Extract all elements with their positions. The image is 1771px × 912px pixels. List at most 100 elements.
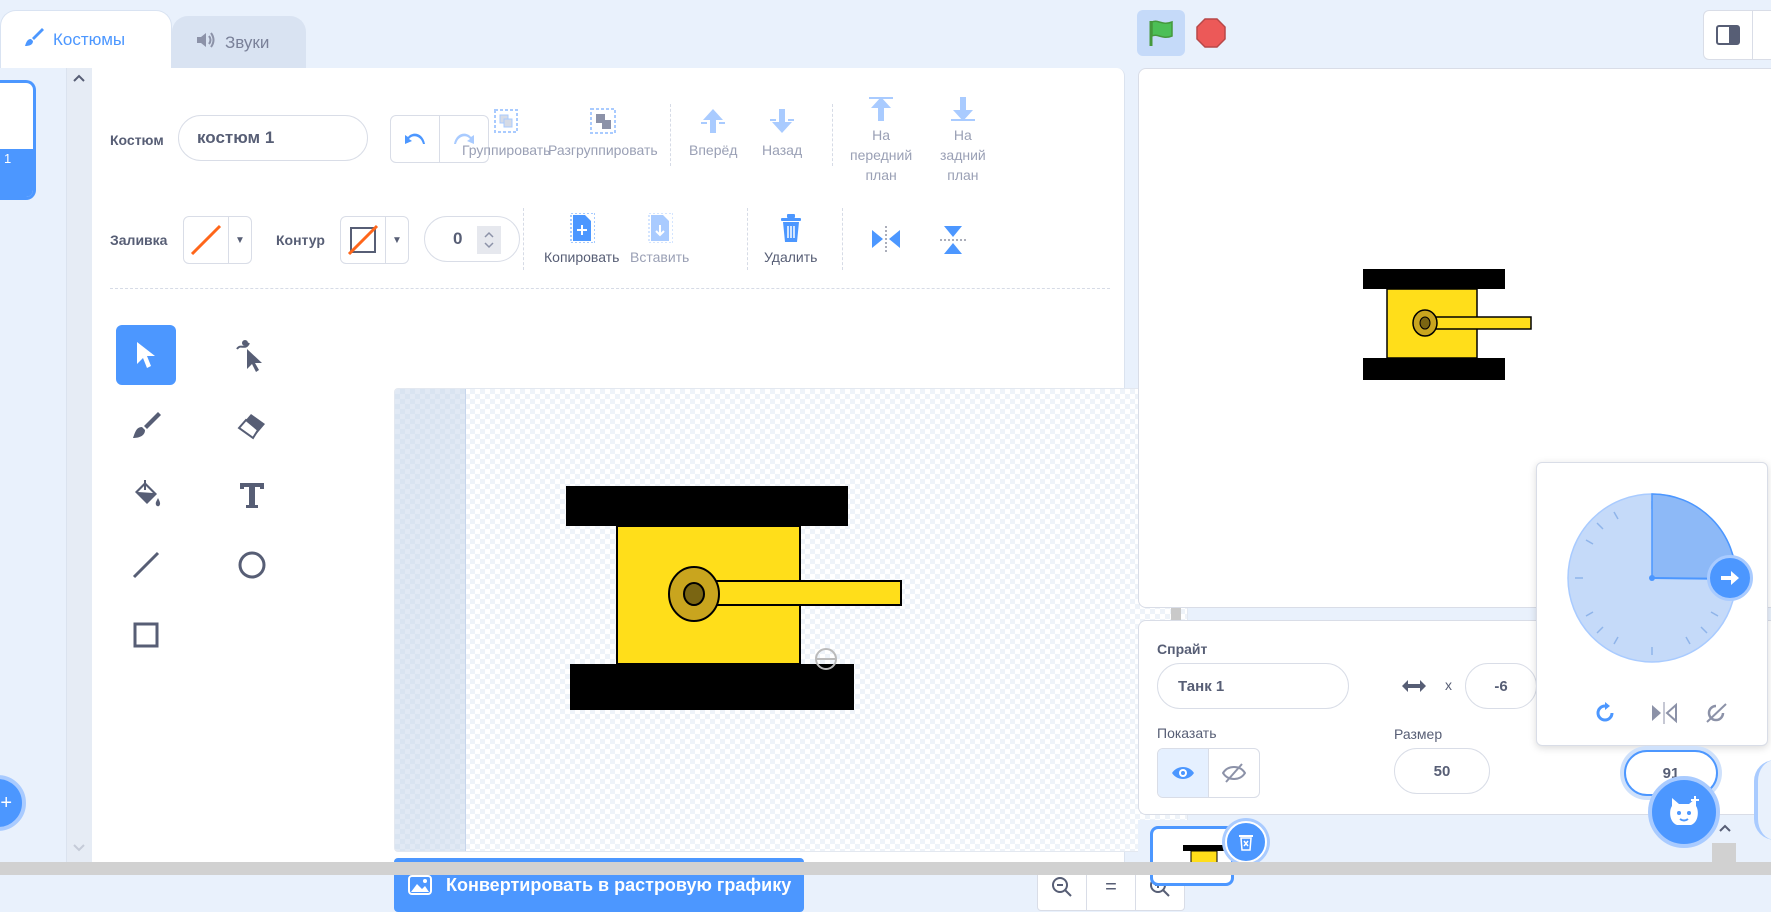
size-label: Размер: [1394, 726, 1443, 742]
brush-icon: [23, 26, 45, 53]
scroll-up-icon[interactable]: [72, 70, 86, 86]
arrow-to-bottom-icon: [950, 97, 975, 121]
image-icon: [408, 875, 432, 895]
ungroup-icon: [589, 108, 616, 134]
left-right-button[interactable]: [1650, 701, 1678, 730]
select-tool[interactable]: [116, 325, 176, 385]
add-sprite-button[interactable]: [1648, 776, 1720, 848]
trash-icon: [780, 214, 801, 242]
ungroup-button[interactable]: Разгруппировать: [548, 106, 658, 158]
outline-width-input[interactable]: 0: [424, 216, 520, 262]
line-icon: [132, 551, 160, 579]
flip-vertical-icon: [940, 226, 966, 254]
forward-label: Вперёд: [689, 142, 738, 158]
small-stage-button[interactable]: [1703, 10, 1753, 60]
show-button[interactable]: [1158, 749, 1209, 797]
rotate-icon: [1596, 702, 1614, 722]
arrow-to-top-icon: [869, 97, 894, 121]
direction-popover: [1536, 462, 1768, 746]
group-label: Группировать: [462, 142, 551, 158]
large-stage-button[interactable]: [1752, 10, 1771, 60]
tank-drawing[interactable]: [395, 389, 1187, 851]
brush-icon: [133, 412, 161, 438]
undo-icon: [405, 133, 425, 144]
flip-horizontal-icon: [872, 226, 900, 252]
to-back-button[interactable]: На задний план: [940, 94, 986, 184]
eraser-icon: [237, 414, 265, 440]
forward-button[interactable]: Вперёд: [689, 106, 737, 158]
reshape-icon: [236, 340, 262, 372]
eye-icon: [1172, 767, 1194, 779]
brush-tool[interactable]: [116, 395, 176, 455]
costume-name-label: Костюм: [110, 132, 164, 148]
outline-width-value: 0: [453, 229, 463, 248]
costume-item[interactable]: 1: [0, 80, 36, 200]
to-front-label-1: На: [872, 127, 891, 143]
tab-costumes[interactable]: Костюмы: [0, 10, 172, 68]
sprite-item[interactable]: [1150, 826, 1234, 886]
no-rotate-icon: [1706, 703, 1727, 723]
green-flag-button[interactable]: [1137, 10, 1185, 56]
delete-sprite-button[interactable]: [1225, 821, 1267, 863]
outline-color-picker[interactable]: ▼: [340, 216, 409, 264]
group-icon: [494, 109, 519, 133]
tab-sounds[interactable]: Звуки: [172, 16, 306, 68]
plus-icon: +: [0, 791, 12, 814]
fill-label: Заливка: [110, 232, 168, 248]
costume-name-input[interactable]: костюм 1: [178, 115, 368, 161]
direction-handle[interactable]: [1707, 555, 1753, 601]
convert-label: Конвертировать в растровую графику: [446, 874, 792, 895]
backward-button[interactable]: Назад: [762, 106, 802, 158]
line-tool[interactable]: [116, 535, 176, 595]
group-button[interactable]: Группировать: [462, 106, 550, 158]
separator: [832, 104, 833, 166]
copy-button[interactable]: Копировать: [544, 213, 619, 265]
sprite-name-input[interactable]: Танк 1: [1157, 663, 1349, 709]
x-position-icon: [1401, 679, 1427, 698]
paste-label: Вставить: [630, 249, 690, 265]
sprite-label: Спрайт: [1157, 641, 1208, 657]
visibility-toggle: [1157, 748, 1260, 798]
undo-button[interactable]: [391, 116, 440, 162]
copy-icon: [570, 213, 595, 243]
flip-vertical-button[interactable]: [938, 224, 968, 261]
add-backdrop-button[interactable]: [1754, 760, 1771, 840]
show-label: Показать: [1157, 725, 1217, 741]
eraser-tool[interactable]: [222, 395, 282, 455]
flip-horizontal-button[interactable]: [870, 224, 902, 259]
x-input[interactable]: -6: [1465, 663, 1537, 709]
text-icon: [240, 483, 264, 508]
hide-button[interactable]: [1209, 749, 1259, 797]
fill-tool[interactable]: [116, 465, 176, 525]
tab-costumes-label: Костюмы: [53, 29, 126, 49]
toolbar-divider: [110, 288, 1110, 289]
to-front-button[interactable]: На передний план: [850, 94, 912, 184]
arrow-right-icon: [1721, 571, 1739, 585]
paste-button[interactable]: Вставить: [630, 213, 689, 265]
size-input[interactable]: 50: [1394, 748, 1490, 794]
delete-button[interactable]: Удалить: [764, 213, 817, 265]
tab-sounds-label: Звуки: [225, 32, 270, 52]
costume-list-scrollbar[interactable]: [66, 68, 93, 868]
horizontal-scrollbar[interactable]: [0, 862, 1771, 875]
reshape-tool[interactable]: [222, 325, 282, 385]
separator: [842, 208, 843, 270]
paint-canvas[interactable]: [394, 388, 1188, 852]
arrow-up-icon: [701, 109, 726, 133]
outline-swatch: [341, 217, 385, 263]
scroll-up-icon[interactable]: [1718, 820, 1732, 838]
stop-button[interactable]: [1192, 14, 1230, 52]
stepper-icon[interactable]: [477, 226, 501, 254]
dont-rotate-button[interactable]: [1704, 701, 1730, 730]
stop-icon: [1196, 18, 1226, 48]
rotate-all-around-button[interactable]: [1593, 701, 1617, 730]
arrow-cursor-icon: [137, 342, 155, 368]
fill-color-picker[interactable]: ▼: [183, 216, 252, 264]
sprite-list-scrollbar[interactable]: [1712, 843, 1736, 863]
scroll-down-icon[interactable]: [72, 840, 86, 858]
small-stage-icon: [1716, 25, 1740, 45]
paint-bucket-icon: [135, 480, 161, 507]
text-tool[interactable]: [222, 465, 282, 525]
rectangle-tool[interactable]: [116, 605, 176, 665]
circle-tool[interactable]: [222, 535, 282, 595]
